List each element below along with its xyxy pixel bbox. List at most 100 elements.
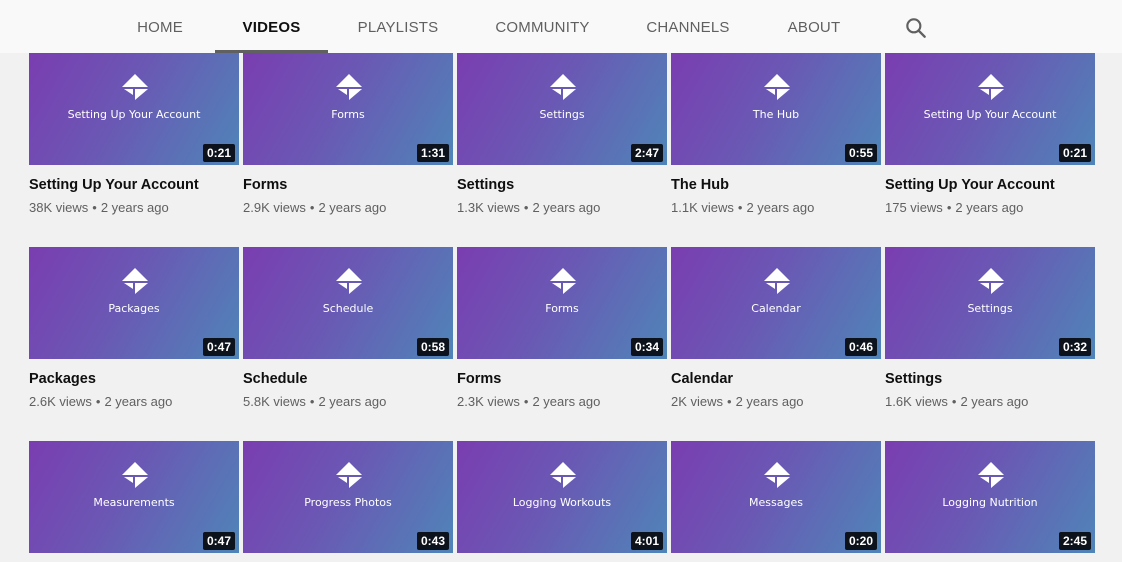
brand-logo-icon [764,268,790,294]
tab-videos[interactable]: VIDEOS [215,0,328,53]
video-metadata: 2.9K views • 2 years ago [243,200,453,215]
thumbnail-caption: Logging Nutrition [942,496,1038,509]
video-thumbnail[interactable]: Calendar 0:46 [671,247,881,359]
video-title[interactable]: Setting Up Your Account [885,177,1095,193]
brand-logo-icon [978,74,1004,100]
video-card[interactable]: Messages 0:20 [671,441,881,553]
separator-dot: • [95,394,101,409]
video-thumbnail[interactable]: Measurements 0:47 [29,441,239,553]
upload-age: 2 years ago [318,394,387,409]
video-metadata: 2.3K views • 2 years ago [457,394,667,409]
video-thumbnail[interactable]: Packages 0:47 [29,247,239,359]
thumbnail-caption: Packages [108,302,160,315]
video-title[interactable]: The Hub [671,177,881,193]
brand-logo-icon [978,462,1004,488]
video-title[interactable]: Forms [243,177,453,193]
brand-logo-icon [122,462,148,488]
view-count: 2.9K views [243,200,306,215]
view-count: 175 views [885,200,943,215]
thumbnail-caption: The Hub [752,108,800,121]
duration-badge: 0:34 [630,338,663,356]
search-icon [906,18,926,38]
tab-channels[interactable]: CHANNELS [643,0,733,53]
brand-logo-icon [336,462,362,488]
video-thumbnail[interactable]: Settings 0:32 [885,247,1095,359]
tab-playlists[interactable]: PLAYLISTS [353,0,443,53]
duration-badge: 0:21 [202,144,235,162]
video-card[interactable]: Logging Nutrition 2:45 [885,441,1095,553]
upload-age: 2 years ago [104,394,173,409]
separator-dot: • [309,200,315,215]
video-metadata: 2.6K views • 2 years ago [29,394,239,409]
duration-badge: 0:43 [416,532,449,550]
video-card[interactable]: Packages 0:47 Packages 2.6K views • 2 years a… [29,247,239,409]
video-card[interactable]: The Hub 0:55 The Hub 1.1K views • 2 years ago [671,53,881,215]
video-card[interactable]: Logging Workouts 4:01 [457,441,667,553]
brand-logo-icon [336,74,362,100]
video-card[interactable]: Measurements 0:47 [29,441,239,553]
video-metadata: 1.3K views • 2 years ago [457,200,667,215]
thumbnail-caption: Measurements [93,496,175,509]
tab-home[interactable]: HOME [130,0,190,53]
video-thumbnail[interactable]: Setting Up Your Account 0:21 [885,53,1095,165]
search-button[interactable] [903,15,929,41]
video-thumbnail[interactable]: Settings 2:47 [457,53,667,165]
video-card[interactable]: Calendar 0:46 Calendar 2K views • 2 years ago [671,247,881,409]
video-card[interactable]: Settings 2:47 Settings 1.3K views • 2 years a… [457,53,667,215]
separator-dot: • [727,394,732,409]
brand-logo-icon [550,462,576,488]
tab-community[interactable]: COMMUNITY [490,0,595,53]
video-metadata: 38K views • 2 years ago [29,200,239,215]
video-card[interactable]: Forms 1:31 Forms 2.9K views • 2 years ago [243,53,453,215]
video-card[interactable]: Schedule 0:58 Schedule 5.8K views • 2 years a… [243,247,453,409]
video-thumbnail[interactable]: Schedule 0:58 [243,247,453,359]
separator-dot: • [737,200,743,215]
duration-badge: 0:32 [1058,338,1091,356]
video-metadata: 1.1K views • 2 years ago [671,200,881,215]
thumbnail-caption: Settings [539,108,585,121]
view-count: 1.6K views [885,394,948,409]
video-thumbnail[interactable]: Logging Nutrition 2:45 [885,441,1095,553]
view-count: 38K views [29,200,89,215]
brand-logo-icon [764,462,790,488]
upload-age: 2 years ago [100,200,169,215]
thumbnail-caption: Settings [967,302,1013,315]
brand-logo-icon [122,268,148,294]
video-thumbnail[interactable]: Messages 0:20 [671,441,881,553]
video-card[interactable]: Setting Up Your Account 0:21 Setting Up Yo… [29,53,239,215]
video-thumbnail[interactable]: Forms 1:31 [243,53,453,165]
video-title[interactable]: Schedule [243,371,453,387]
video-thumbnail[interactable]: Setting Up Your Account 0:21 [29,53,239,165]
upload-age: 2 years ago [955,200,1024,215]
video-card[interactable]: Setting Up Your Account 0:21 Setting Up Yo… [885,53,1095,215]
video-card[interactable]: Progress Photos 0:43 [243,441,453,553]
video-title[interactable]: Calendar [671,371,881,387]
upload-age: 2 years ago [532,200,601,215]
thumbnail-caption: Progress Photos [304,496,392,509]
video-title[interactable]: Settings [885,371,1095,387]
view-count: 5.8K views [243,394,306,409]
duration-badge: 1:31 [416,144,449,162]
tab-about[interactable]: ABOUT [783,0,845,53]
video-card[interactable]: Settings 0:32 Settings 1.6K views • 2 years a… [885,247,1095,409]
video-title[interactable]: Forms [457,371,667,387]
duration-badge: 2:47 [630,144,663,162]
video-thumbnail[interactable]: Logging Workouts 4:01 [457,441,667,553]
video-thumbnail[interactable]: The Hub 0:55 [671,53,881,165]
video-title[interactable]: Packages [29,371,239,387]
upload-age: 2 years ago [318,200,387,215]
duration-badge: 0:58 [416,338,449,356]
video-card[interactable]: Forms 0:34 Forms 2.3K views • 2 years ago [457,247,667,409]
duration-badge: 0:47 [202,532,235,550]
separator-dot: • [523,394,529,409]
video-title[interactable]: Settings [457,177,667,193]
video-metadata: 175 views • 2 years ago [885,200,1095,215]
upload-age: 2 years ago [746,200,815,215]
upload-age: 2 years ago [960,394,1029,409]
duration-badge: 0:47 [202,338,235,356]
upload-age: 2 years ago [532,394,601,409]
video-title[interactable]: Setting Up Your Account [29,177,239,193]
video-thumbnail[interactable]: Forms 0:34 [457,247,667,359]
video-thumbnail[interactable]: Progress Photos 0:43 [243,441,453,553]
thumbnail-caption: Forms [331,108,365,121]
